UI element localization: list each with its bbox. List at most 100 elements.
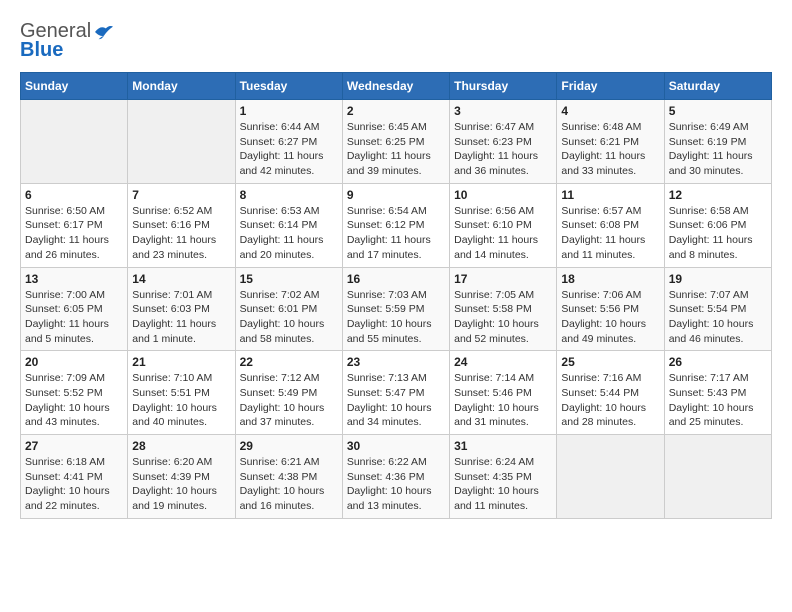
- weekday-header-row: SundayMondayTuesdayWednesdayThursdayFrid…: [21, 73, 772, 100]
- day-number: 30: [347, 439, 445, 453]
- day-info: Sunrise: 6:54 AMSunset: 6:12 PMDaylight:…: [347, 204, 445, 263]
- day-number: 16: [347, 272, 445, 286]
- day-number: 13: [25, 272, 123, 286]
- day-info: Sunrise: 6:52 AMSunset: 6:16 PMDaylight:…: [132, 204, 230, 263]
- day-info: Sunrise: 7:13 AMSunset: 5:47 PMDaylight:…: [347, 371, 445, 430]
- day-number: 10: [454, 188, 552, 202]
- calendar-cell: 16 Sunrise: 7:03 AMSunset: 5:59 PMDayligh…: [342, 267, 449, 351]
- day-number: 9: [347, 188, 445, 202]
- day-number: 12: [669, 188, 767, 202]
- day-info: Sunrise: 6:53 AMSunset: 6:14 PMDaylight:…: [240, 204, 338, 263]
- weekday-tuesday: Tuesday: [235, 73, 342, 100]
- calendar-cell: 11 Sunrise: 6:57 AMSunset: 6:08 PMDayligh…: [557, 183, 664, 267]
- day-info: Sunrise: 6:45 AMSunset: 6:25 PMDaylight:…: [347, 120, 445, 179]
- logo-bird-icon: [93, 23, 115, 41]
- calendar-cell: [664, 435, 771, 519]
- day-number: 25: [561, 355, 659, 369]
- calendar-cell: 22Sunrise: 7:12 AMSunset: 5:49 PMDayligh…: [235, 351, 342, 435]
- day-number: 27: [25, 439, 123, 453]
- day-number: 26: [669, 355, 767, 369]
- day-info: Sunrise: 6:44 AMSunset: 6:27 PMDaylight:…: [240, 120, 338, 179]
- day-info: Sunrise: 6:18 AMSunset: 4:41 PMDaylight:…: [25, 455, 123, 514]
- calendar-cell: 27 Sunrise: 6:18 AMSunset: 4:41 PMDayligh…: [21, 435, 128, 519]
- day-info: Sunrise: 6:57 AMSunset: 6:08 PMDaylight:…: [561, 204, 659, 263]
- day-info: Sunrise: 6:24 AMSunset: 4:35 PMDaylight:…: [454, 455, 552, 514]
- day-info: Sunrise: 6:48 AMSunset: 6:21 PMDaylight:…: [561, 120, 659, 179]
- calendar-cell: 4 Sunrise: 6:48 AMSunset: 6:21 PMDaylight…: [557, 100, 664, 184]
- day-number: 7: [132, 188, 230, 202]
- weekday-friday: Friday: [557, 73, 664, 100]
- calendar-cell: 26 Sunrise: 7:17 AMSunset: 5:43 PMDayligh…: [664, 351, 771, 435]
- weekday-saturday: Saturday: [664, 73, 771, 100]
- day-number: 22: [240, 355, 338, 369]
- calendar-cell: 5Sunrise: 6:49 AMSunset: 6:19 PMDaylight…: [664, 100, 771, 184]
- calendar-cell: [557, 435, 664, 519]
- calendar-week-1: 1Sunrise: 6:44 AMSunset: 6:27 PMDaylight…: [21, 100, 772, 184]
- calendar-body: 1Sunrise: 6:44 AMSunset: 6:27 PMDaylight…: [21, 100, 772, 519]
- calendar-cell: 23 Sunrise: 7:13 AMSunset: 5:47 PMDayligh…: [342, 351, 449, 435]
- day-number: 19: [669, 272, 767, 286]
- calendar-cell: 25 Sunrise: 7:16 AMSunset: 5:44 PMDayligh…: [557, 351, 664, 435]
- logo: General Blue: [20, 20, 115, 62]
- calendar-cell: [21, 100, 128, 184]
- calendar-cell: 31 Sunrise: 6:24 AMSunset: 4:35 PMDayligh…: [450, 435, 557, 519]
- day-number: 28: [132, 439, 230, 453]
- day-number: 17: [454, 272, 552, 286]
- calendar-cell: 29Sunrise: 6:21 AMSunset: 4:38 PMDayligh…: [235, 435, 342, 519]
- day-number: 14: [132, 272, 230, 286]
- weekday-monday: Monday: [128, 73, 235, 100]
- day-info: Sunrise: 6:50 AMSunset: 6:17 PMDaylight:…: [25, 204, 123, 263]
- calendar-cell: 28 Sunrise: 6:20 AMSunset: 4:39 PMDayligh…: [128, 435, 235, 519]
- calendar-cell: 24Sunrise: 7:14 AMSunset: 5:46 PMDayligh…: [450, 351, 557, 435]
- day-info: Sunrise: 6:58 AMSunset: 6:06 PMDaylight:…: [669, 204, 767, 263]
- day-info: Sunrise: 7:03 AMSunset: 5:59 PMDaylight:…: [347, 288, 445, 347]
- weekday-wednesday: Wednesday: [342, 73, 449, 100]
- day-info: Sunrise: 6:56 AMSunset: 6:10 PMDaylight:…: [454, 204, 552, 263]
- day-info: Sunrise: 7:06 AMSunset: 5:56 PMDaylight:…: [561, 288, 659, 347]
- day-number: 8: [240, 188, 338, 202]
- weekday-thursday: Thursday: [450, 73, 557, 100]
- calendar-week-2: 6Sunrise: 6:50 AMSunset: 6:17 PMDaylight…: [21, 183, 772, 267]
- day-info: Sunrise: 7:00 AMSunset: 6:05 PMDaylight:…: [25, 288, 123, 347]
- calendar-cell: 3 Sunrise: 6:47 AMSunset: 6:23 PMDaylight…: [450, 100, 557, 184]
- calendar-cell: 6Sunrise: 6:50 AMSunset: 6:17 PMDaylight…: [21, 183, 128, 267]
- page-header: General Blue: [20, 20, 772, 62]
- day-number: 11: [561, 188, 659, 202]
- calendar-week-3: 13 Sunrise: 7:00 AMSunset: 6:05 PMDayligh…: [21, 267, 772, 351]
- day-info: Sunrise: 7:01 AMSunset: 6:03 PMDaylight:…: [132, 288, 230, 347]
- day-info: Sunrise: 7:02 AMSunset: 6:01 PMDaylight:…: [240, 288, 338, 347]
- calendar-cell: 9 Sunrise: 6:54 AMSunset: 6:12 PMDaylight…: [342, 183, 449, 267]
- day-info: Sunrise: 6:20 AMSunset: 4:39 PMDaylight:…: [132, 455, 230, 514]
- calendar-cell: 7 Sunrise: 6:52 AMSunset: 6:16 PMDaylight…: [128, 183, 235, 267]
- calendar-cell: 2 Sunrise: 6:45 AMSunset: 6:25 PMDaylight…: [342, 100, 449, 184]
- day-number: 5: [669, 104, 767, 118]
- calendar-cell: 1Sunrise: 6:44 AMSunset: 6:27 PMDaylight…: [235, 100, 342, 184]
- day-number: 15: [240, 272, 338, 286]
- day-info: Sunrise: 7:09 AMSunset: 5:52 PMDaylight:…: [25, 371, 123, 430]
- day-info: Sunrise: 7:16 AMSunset: 5:44 PMDaylight:…: [561, 371, 659, 430]
- day-info: Sunrise: 7:10 AMSunset: 5:51 PMDaylight:…: [132, 371, 230, 430]
- day-number: 4: [561, 104, 659, 118]
- day-info: Sunrise: 6:22 AMSunset: 4:36 PMDaylight:…: [347, 455, 445, 514]
- calendar-cell: 14 Sunrise: 7:01 AMSunset: 6:03 PMDayligh…: [128, 267, 235, 351]
- day-info: Sunrise: 7:17 AMSunset: 5:43 PMDaylight:…: [669, 371, 767, 430]
- calendar-cell: 30 Sunrise: 6:22 AMSunset: 4:36 PMDayligh…: [342, 435, 449, 519]
- calendar-cell: 19Sunrise: 7:07 AMSunset: 5:54 PMDayligh…: [664, 267, 771, 351]
- logo-blue-text: Blue: [20, 39, 63, 62]
- calendar-week-4: 20 Sunrise: 7:09 AMSunset: 5:52 PMDayligh…: [21, 351, 772, 435]
- day-number: 20: [25, 355, 123, 369]
- day-number: 23: [347, 355, 445, 369]
- calendar-cell: 18Sunrise: 7:06 AMSunset: 5:56 PMDayligh…: [557, 267, 664, 351]
- day-number: 31: [454, 439, 552, 453]
- day-number: 3: [454, 104, 552, 118]
- day-info: Sunrise: 6:47 AMSunset: 6:23 PMDaylight:…: [454, 120, 552, 179]
- day-info: Sunrise: 7:05 AMSunset: 5:58 PMDaylight:…: [454, 288, 552, 347]
- day-number: 2: [347, 104, 445, 118]
- calendar-header: SundayMondayTuesdayWednesdayThursdayFrid…: [21, 73, 772, 100]
- day-info: Sunrise: 6:21 AMSunset: 4:38 PMDaylight:…: [240, 455, 338, 514]
- day-number: 24: [454, 355, 552, 369]
- calendar-cell: 17 Sunrise: 7:05 AMSunset: 5:58 PMDayligh…: [450, 267, 557, 351]
- calendar-cell: 8 Sunrise: 6:53 AMSunset: 6:14 PMDaylight…: [235, 183, 342, 267]
- calendar-cell: 20 Sunrise: 7:09 AMSunset: 5:52 PMDayligh…: [21, 351, 128, 435]
- calendar-cell: 10 Sunrise: 6:56 AMSunset: 6:10 PMDayligh…: [450, 183, 557, 267]
